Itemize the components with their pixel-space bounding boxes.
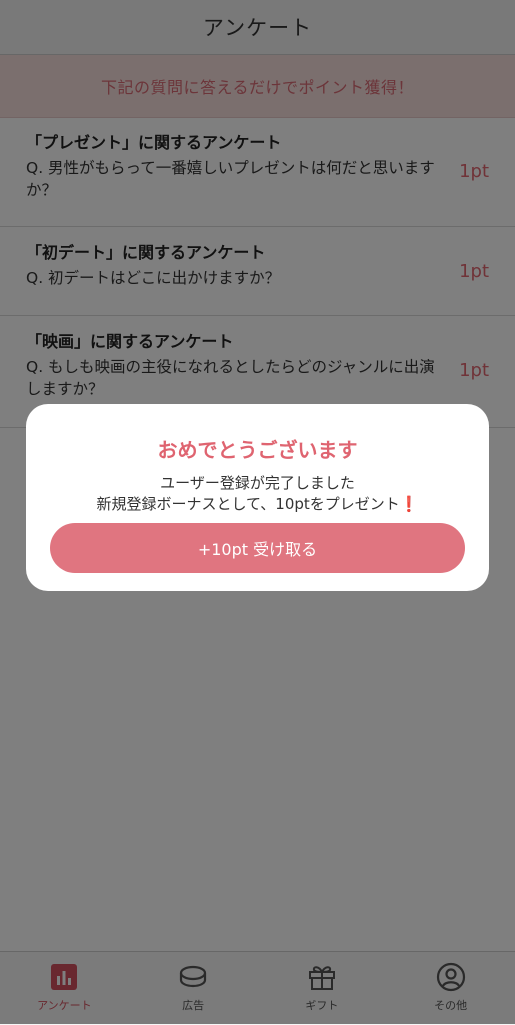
bonus-modal: おめでとうございます ユーザー登録が完了しました 新規登録ボーナスとして、10p… [26,404,489,591]
modal-message-line1: ユーザー登録が完了しました [160,474,355,492]
modal-message-line2: 新規登録ボーナスとして、10ptをプレゼント❗ [26,493,489,514]
receive-points-button[interactable]: +10pt 受け取る [50,523,465,573]
modal-title: おめでとうございます [157,438,358,462]
receive-button-label: +10pt 受け取る [197,540,318,559]
modal-message-text: 新規登録ボーナスとして、10ptをプレゼント [96,495,400,513]
exclamation-icon: ❗ [399,495,419,513]
